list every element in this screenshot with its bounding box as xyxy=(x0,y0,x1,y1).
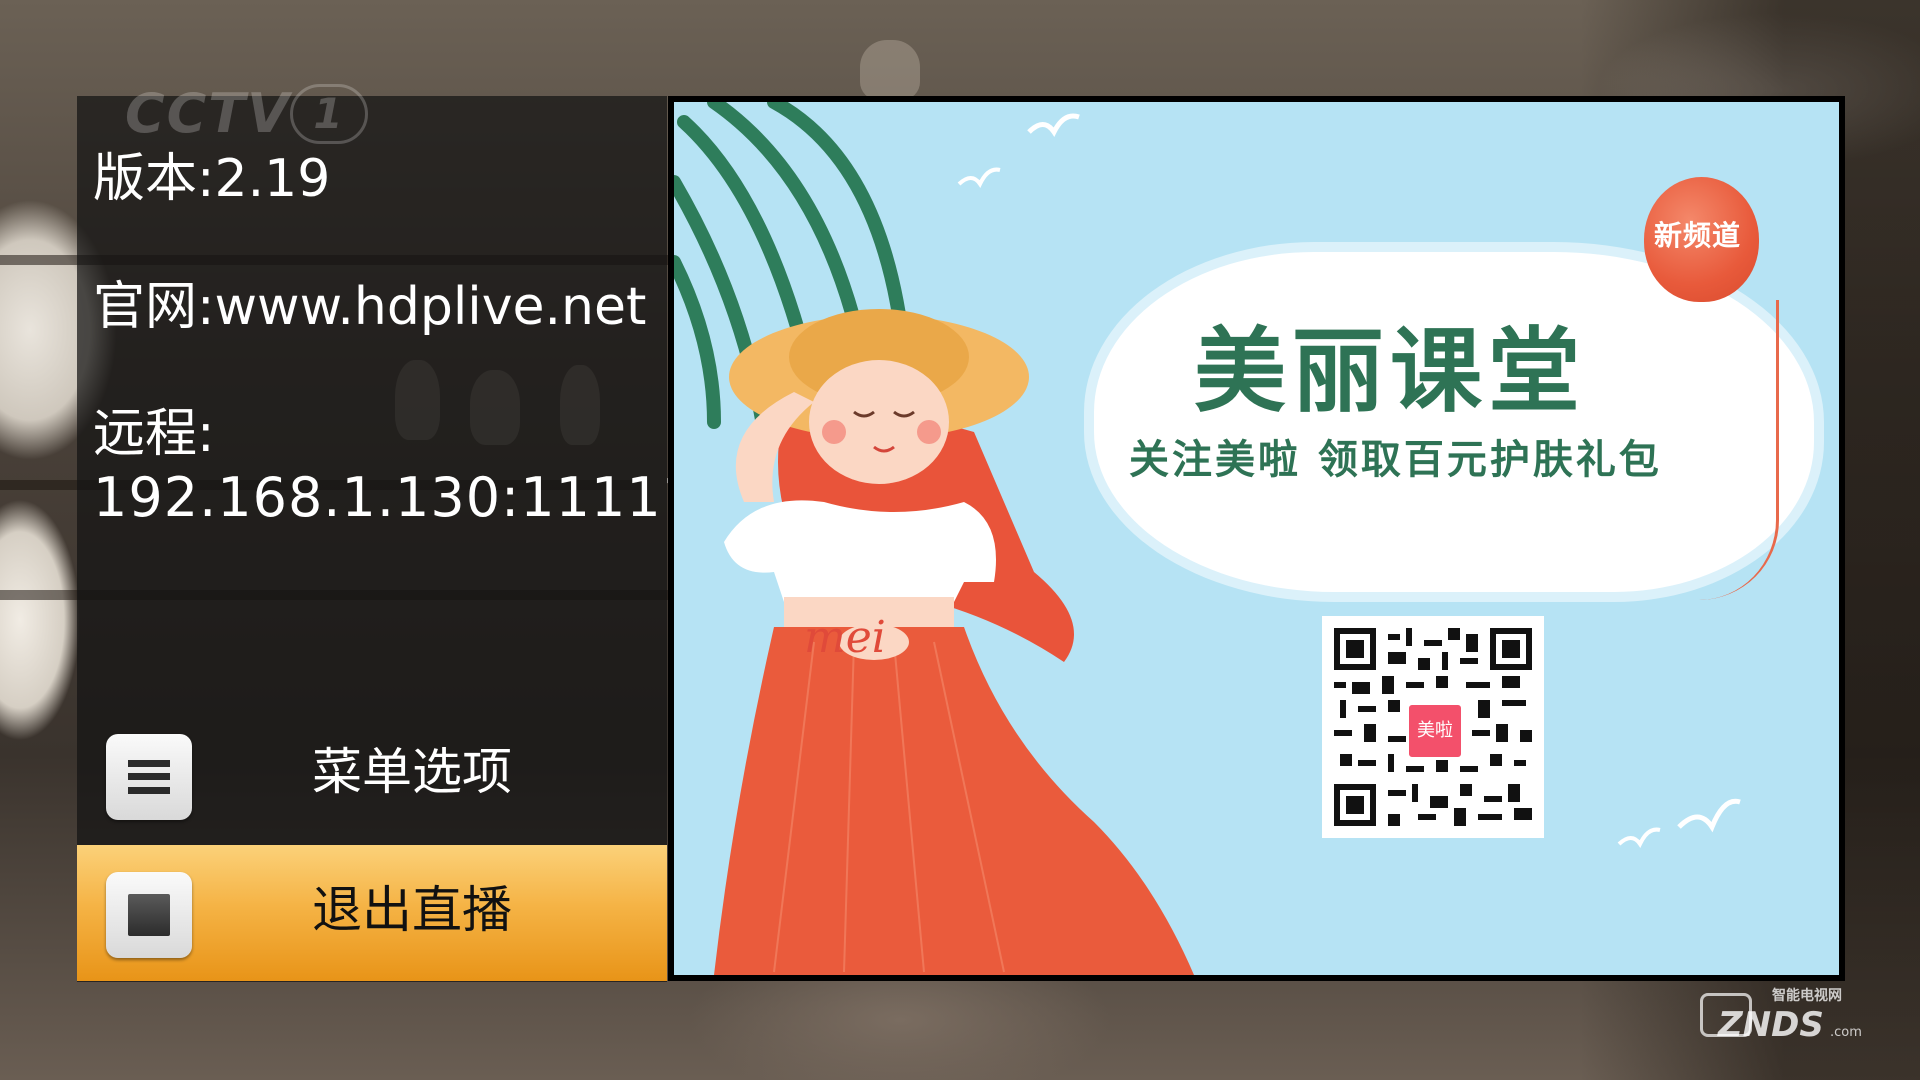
girl-illustration xyxy=(714,309,1194,975)
exit-live-button[interactable]: 退出直播 xyxy=(77,845,667,981)
qr-code[interactable]: 美啦 xyxy=(1322,616,1544,838)
balloon-string xyxy=(1696,300,1779,600)
channel-logo: CCTV 1 xyxy=(125,82,368,145)
channel-logo-text: CCTV xyxy=(125,82,291,145)
advertisement-frame[interactable]: mei 美丽课堂 关注美啦 领取百元护肤礼包 新频道 美啦 xyxy=(668,96,1845,981)
badge-text: 新频道 xyxy=(1654,219,1742,252)
bird-icon xyxy=(1677,798,1741,833)
watermark: 智能电视网 ZNDS .com xyxy=(1700,985,1870,1045)
bird-icon xyxy=(1617,827,1661,849)
stop-icon xyxy=(106,872,192,958)
menu-icon xyxy=(106,734,192,820)
shirt-text: mei xyxy=(804,612,886,663)
menu-options-label: 菜单选项 xyxy=(312,743,512,801)
remote-address: 192.168.1.130:11111 xyxy=(93,466,698,529)
advertisement-image: mei 美丽课堂 关注美啦 领取百元护肤礼包 新频道 美啦 xyxy=(674,102,1839,975)
exit-live-label: 退出直播 xyxy=(312,881,512,939)
version-text: 版本:2.19 xyxy=(93,149,331,209)
ad-slogan: 关注美啦 领取百元护肤礼包 xyxy=(1129,436,1662,483)
watermark-suffix: .com xyxy=(1830,1025,1862,1040)
qr-center-logo: 美啦 xyxy=(1406,702,1464,760)
watermark-text: ZNDS xyxy=(1718,1005,1824,1045)
remote-label: 远程: xyxy=(93,404,215,464)
menu-options-button[interactable]: 菜单选项 xyxy=(77,707,667,843)
ad-title: 美丽课堂 xyxy=(1194,317,1587,425)
watermark-subtext: 智能电视网 xyxy=(1772,988,1842,1004)
channel-number: 1 xyxy=(290,84,368,144)
website-text: 官网:www.hdplive.net xyxy=(93,277,647,337)
pottery-vase xyxy=(860,40,920,100)
